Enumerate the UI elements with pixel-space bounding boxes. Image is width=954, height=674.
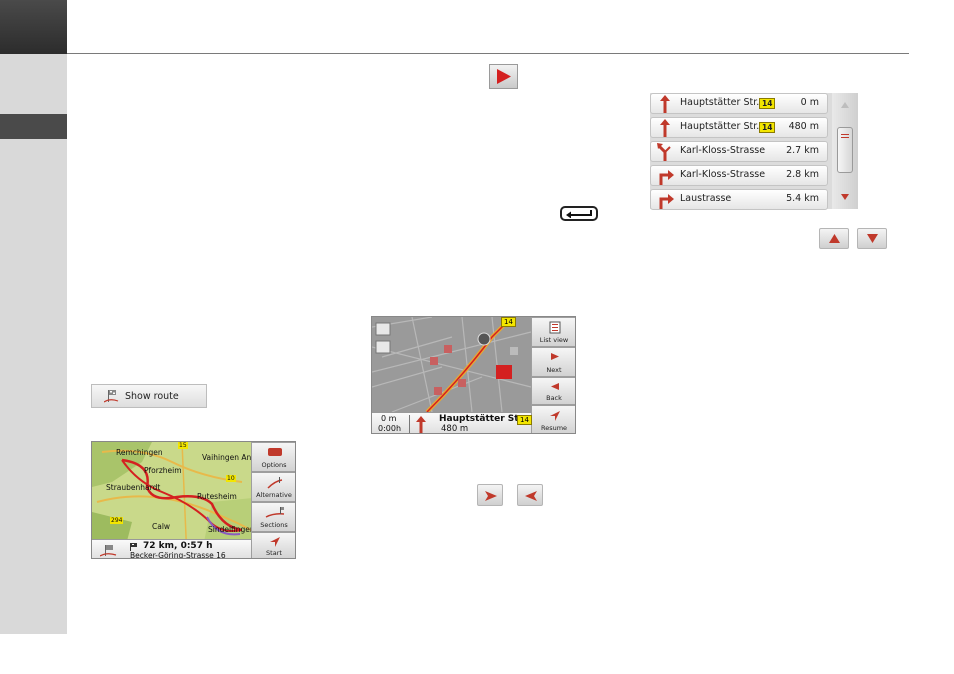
scrollbar-thumb[interactable]	[837, 127, 853, 173]
turn-street: Hauptstätter Str...	[680, 121, 766, 132]
map-place-label: Calw	[152, 522, 171, 531]
route-summary-bar: 72 km, 0:57 h Becker-Göring-Strasse 16	[92, 539, 251, 559]
header-rule	[67, 53, 909, 54]
arrow-left-icon	[517, 484, 543, 506]
road-number-badge: 14	[759, 122, 776, 133]
alternative-button[interactable]: Alternative	[251, 472, 295, 502]
scroll-up-icon[interactable]	[841, 102, 849, 108]
turn-list-row[interactable]: Karl-Kloss-Strasse 2.8 km	[650, 165, 828, 186]
turn-distance: 2.7 km	[786, 145, 819, 156]
turn-list: Hauptstätter Str... 14 0 m Hauptstätter Str…	[650, 93, 858, 210]
arrow-right-icon	[477, 484, 503, 506]
route-status-bar: 0 m 0:00h Hauptstätter Str... 480 m 14	[372, 412, 532, 434]
turn-list-row[interactable]: Hauptstätter Str... 14 480 m	[650, 117, 828, 138]
road-number-badge: 14	[759, 98, 776, 109]
map-place-label: Rutesheim	[197, 492, 237, 501]
remaining-distance: 0 m	[381, 414, 397, 423]
turn-right-icon	[659, 194, 674, 209]
turn-distance: 480 m	[788, 121, 819, 132]
sections-icon	[265, 507, 285, 518]
road-number-label: 15	[178, 442, 188, 449]
turn-distance: 2.8 km	[786, 169, 819, 180]
back-button[interactable]: Back	[531, 377, 575, 405]
start-button[interactable]: Start	[251, 532, 295, 558]
route-flags-icon	[104, 390, 119, 403]
resume-arrow-icon	[550, 411, 560, 421]
road-number-badge: 14	[501, 317, 516, 327]
road-number-label: 10	[226, 475, 236, 482]
turn-street: Karl-Kloss-Strasse	[680, 169, 766, 180]
show-route-label: Show route	[125, 391, 179, 402]
road-number-label: 294	[110, 517, 124, 524]
options-icon	[268, 448, 282, 456]
play-arrow-icon	[489, 64, 518, 89]
turn-list-row[interactable]: Laustrasse 5.4 km	[650, 189, 828, 210]
straight-arrow-icon	[660, 95, 670, 113]
list-view-button[interactable]: List view	[531, 317, 575, 347]
back-arrow-icon	[551, 383, 559, 390]
start-arrow-icon	[270, 537, 280, 547]
map-place-label: Sindelfingen	[208, 525, 255, 534]
turn-right-icon	[659, 170, 674, 185]
turn-street: Hauptstätter Str...	[680, 97, 766, 108]
route-flags-icon	[100, 545, 117, 557]
map-place-label: Pforzheim	[144, 466, 182, 475]
show-route-button[interactable]: Show route	[91, 384, 207, 408]
turn-list-scrollbar[interactable]	[832, 93, 858, 209]
remaining-time: 0:00h	[378, 424, 402, 433]
sections-button[interactable]: Sections	[251, 502, 295, 532]
route-detail-screen: List view Next Back Resume 14 0 m 0:00h …	[371, 316, 576, 434]
alternative-route-icon	[267, 477, 283, 489]
resume-button[interactable]: Resume	[531, 405, 575, 433]
list-view-icon	[549, 321, 561, 334]
route-destination: Becker-Göring-Strasse 16	[130, 551, 226, 559]
turn-street: Karl-Kloss-Strasse	[680, 145, 766, 156]
route-overview-screen: Remchingen Vaihingen An D... Pforzheim S…	[91, 441, 296, 559]
arrow-down-icon	[857, 228, 887, 249]
map-place-label: Remchingen	[116, 448, 163, 457]
turn-list-row[interactable]: Hauptstätter Str... 14 0 m	[650, 93, 828, 114]
turn-street: Laustrasse	[680, 193, 732, 204]
straight-arrow-icon	[660, 119, 670, 137]
map-place-label: Straubenhardt	[106, 483, 161, 492]
next-street-distance: 480 m	[441, 424, 469, 434]
arrow-up-icon	[819, 228, 849, 249]
next-button[interactable]: Next	[531, 347, 575, 377]
turn-list-row[interactable]: Karl-Kloss-Strasse 2.7 km	[650, 141, 828, 162]
route-summary: 72 km, 0:57 h	[143, 541, 213, 551]
turn-distance: 5.4 km	[786, 193, 819, 204]
scroll-down-icon[interactable]	[841, 194, 849, 200]
turn-distance: 0 m	[800, 97, 819, 108]
sidebar-section-marker	[0, 114, 67, 139]
road-number-badge: 14	[517, 415, 532, 425]
sidebar-top-tab	[0, 0, 67, 54]
destination-flag-icon	[130, 543, 137, 551]
fork-left-icon	[657, 143, 671, 161]
back-return-icon	[560, 206, 598, 221]
next-arrow-icon	[551, 353, 559, 360]
straight-arrow-icon	[416, 416, 426, 433]
page-sidebar	[0, 0, 67, 634]
options-button[interactable]: Options	[251, 442, 295, 472]
